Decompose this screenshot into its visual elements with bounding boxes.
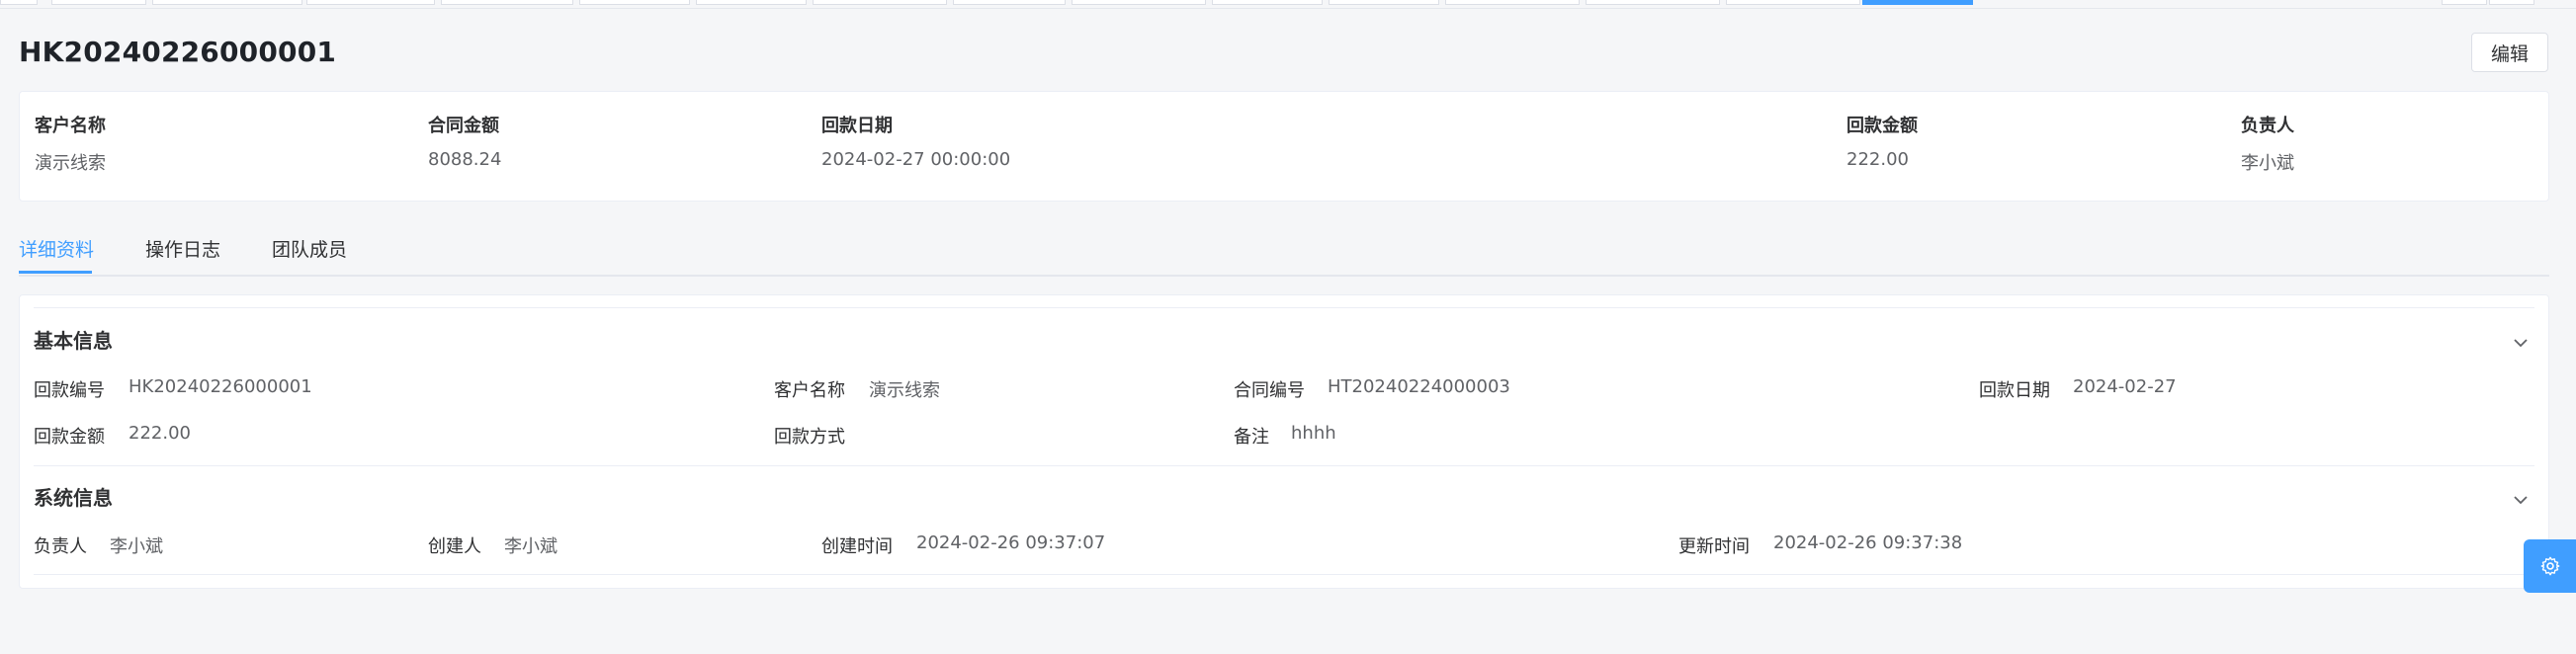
field-label-remark: 备注 — [1234, 427, 1269, 448]
top-tab[interactable] — [1445, 0, 1580, 5]
field-label-payment-date: 回款日期 — [1979, 380, 2050, 401]
top-tab[interactable] — [306, 0, 435, 5]
section-title-basic: 基本信息 — [34, 329, 113, 353]
field-value-contract-no[interactable]: HT20240224000003 — [1328, 376, 1510, 397]
field-label-customer: 客户名称 — [774, 380, 845, 401]
field-value-remark: hhhh — [1291, 423, 1336, 444]
tab-details[interactable]: 详细资料 — [19, 235, 94, 262]
field-label-updated-time: 更新时间 — [1678, 536, 1750, 557]
divider — [34, 574, 2534, 575]
tab-operation-log[interactable]: 操作日志 — [145, 235, 220, 262]
field-label-created-time: 创建时间 — [821, 536, 893, 557]
field-value-payment-date: 2024-02-27 — [2073, 376, 2177, 397]
tab-active-indicator — [19, 271, 92, 274]
detail-card: 基本信息 回款编号 HK20240226000001 客户名称 演示线索 合同编… — [19, 294, 2549, 589]
field-label-contract-no: 合同编号 — [1234, 380, 1305, 401]
top-tab[interactable] — [1586, 0, 1720, 5]
top-tab-scroll-left[interactable] — [2442, 0, 2487, 5]
summary-card: 客户名称 演示线索 合同金额 8088.24 回款日期 2024-02-27 0… — [19, 91, 2549, 202]
top-tab[interactable] — [813, 0, 947, 5]
divider — [34, 307, 2534, 308]
summary-label-payment-date: 回款日期 — [821, 116, 893, 136]
summary-value-customer: 演示线索 — [35, 153, 106, 174]
summary-value-owner: 李小斌 — [2241, 153, 2294, 174]
field-label-payment-method: 回款方式 — [774, 427, 845, 448]
tab-team-members[interactable]: 团队成员 — [272, 235, 347, 262]
top-tab-active[interactable] — [1862, 0, 1973, 5]
top-tab[interactable] — [51, 0, 146, 5]
summary-value-contract-amount: 8088.24 — [428, 149, 502, 170]
detail-tabs: 详细资料 操作日志 团队成员 — [19, 227, 2549, 277]
field-label-payment-no: 回款编号 — [34, 380, 105, 401]
chevron-down-icon[interactable] — [2509, 488, 2533, 512]
field-value-creator: 李小斌 — [504, 536, 558, 557]
summary-label-customer: 客户名称 — [35, 116, 106, 136]
section-title-system: 系统信息 — [34, 486, 113, 510]
divider — [34, 465, 2534, 466]
page-title: HK20240226000001 — [19, 36, 337, 68]
summary-value-payment-date: 2024-02-27 00:00:00 — [821, 149, 1011, 170]
top-tab[interactable] — [1072, 0, 1206, 5]
top-tab[interactable] — [1329, 0, 1439, 5]
edit-button[interactable]: 编辑 — [2471, 33, 2548, 72]
field-value-owner: 李小斌 — [110, 536, 163, 557]
chevron-down-icon[interactable] — [2509, 331, 2533, 355]
field-value-payment-amount: 222.00 — [129, 423, 191, 444]
top-tab[interactable] — [152, 0, 302, 5]
settings-button[interactable] — [2524, 539, 2576, 593]
top-tab-strip — [0, 0, 2576, 9]
summary-label-payment-amount: 回款金额 — [1846, 116, 1918, 136]
summary-label-owner: 负责人 — [2241, 116, 2294, 136]
field-label-owner: 负责人 — [34, 536, 87, 557]
field-value-payment-no: HK20240226000001 — [129, 376, 312, 397]
top-tab[interactable] — [441, 0, 573, 5]
gear-icon — [2540, 556, 2559, 576]
top-tab[interactable] — [579, 0, 690, 5]
field-label-creator: 创建人 — [428, 536, 481, 557]
field-value-customer[interactable]: 演示线索 — [869, 376, 940, 402]
top-tab[interactable] — [953, 0, 1066, 5]
top-tab[interactable] — [696, 0, 807, 5]
top-tab[interactable] — [1212, 0, 1323, 5]
top-tab-scroll-right[interactable] — [2489, 0, 2534, 5]
summary-label-contract-amount: 合同金额 — [428, 116, 499, 136]
top-tab[interactable] — [0, 0, 38, 5]
field-label-payment-amount: 回款金额 — [34, 427, 105, 448]
summary-value-payment-amount: 222.00 — [1846, 149, 1909, 170]
field-value-updated-time: 2024-02-26 09:37:38 — [1773, 532, 1963, 553]
field-value-created-time: 2024-02-26 09:37:07 — [916, 532, 1106, 553]
top-tab[interactable] — [1726, 0, 1860, 5]
